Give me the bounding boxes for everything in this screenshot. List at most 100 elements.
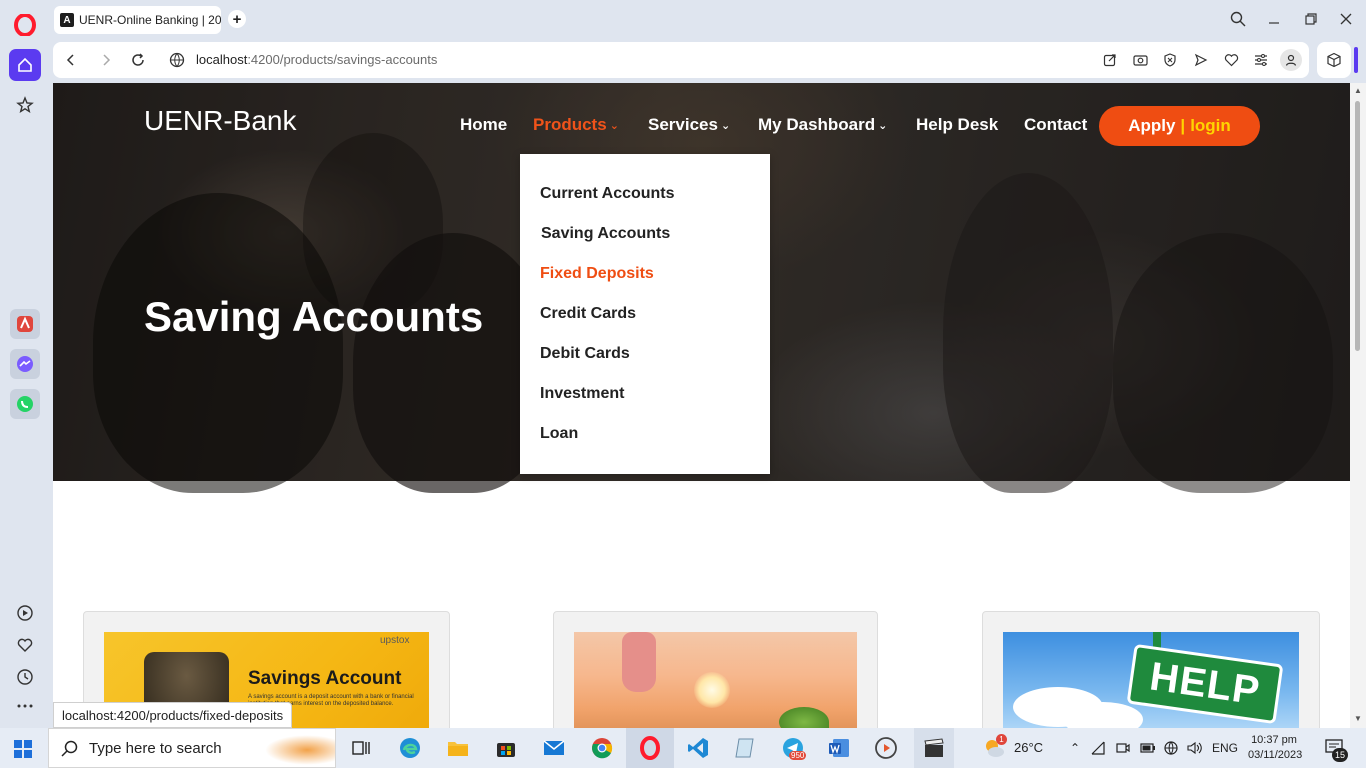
telegram-badge: 950 (789, 751, 807, 760)
dropdown-item-fixed-deposits[interactable]: Fixed Deposits (540, 265, 654, 283)
cloud-graphic (1063, 702, 1143, 728)
chrome-icon[interactable] (590, 736, 614, 760)
restore-icon[interactable] (1301, 9, 1321, 29)
close-icon[interactable] (1336, 9, 1356, 29)
scroll-down-icon[interactable]: ▼ (1354, 715, 1362, 723)
word-icon[interactable] (827, 736, 851, 760)
clock-date: 03/11/2023 (1248, 749, 1303, 761)
product-card[interactable]: HELP (982, 611, 1320, 728)
page-scrollbar[interactable]: ▲ ▼ (1350, 83, 1366, 728)
sun-graphic (694, 672, 730, 708)
browser-tab[interactable]: A UENR-Online Banking | 2023 (54, 6, 221, 34)
apply-label: Apply (1128, 116, 1176, 135)
globe-icon[interactable] (1164, 741, 1178, 755)
file-explorer-icon[interactable] (446, 736, 470, 760)
opera-taskbar-icon[interactable] (638, 736, 662, 760)
new-tab-button[interactable]: + (228, 10, 246, 28)
dropdown-item-investment[interactable]: Investment (540, 385, 624, 403)
edge-icon[interactable] (398, 736, 422, 760)
vscode-icon[interactable] (686, 736, 710, 760)
weather-icon[interactable]: 1 (982, 734, 1007, 760)
chevron-up-icon[interactable]: ⌃ (1068, 741, 1082, 755)
search-highlight-art (265, 735, 335, 765)
temperature-label[interactable]: 26°C (1014, 740, 1043, 755)
taskbar-search[interactable]: Type here to search (48, 728, 336, 768)
minimize-icon[interactable] (1264, 9, 1284, 29)
dropdown-item-loan[interactable]: Loan (540, 425, 578, 443)
dropdown-item-debit-cards[interactable]: Debit Cards (540, 345, 630, 363)
store-icon[interactable] (494, 736, 518, 760)
star-icon[interactable] (9, 89, 41, 121)
card-image-title: Savings Account (248, 668, 402, 689)
url-path: :4200/products/savings-accounts (247, 52, 438, 67)
speaker-icon[interactable] (1187, 741, 1202, 755)
nav-help-desk[interactable]: Help Desk (916, 115, 998, 135)
nav-home[interactable]: Home (460, 115, 507, 135)
dropdown-item-credit-cards[interactable]: Credit Cards (540, 305, 636, 323)
chevron-down-icon: ⌄ (878, 120, 888, 132)
scrollbar-thumb[interactable] (1355, 101, 1360, 351)
apply-login-button[interactable]: Apply | login (1099, 106, 1260, 146)
coin-savings-image (574, 632, 857, 728)
brand-logo[interactable]: UENR-Bank (144, 105, 296, 137)
products-dropdown: Current Accounts Saving Accounts Fixed D… (520, 154, 770, 474)
mail-icon[interactable] (542, 736, 566, 760)
easy-setup-icon[interactable] (1252, 51, 1270, 69)
battery-icon[interactable] (1140, 741, 1155, 755)
nav-dashboard[interactable]: My Dashboard ⌄ (758, 115, 887, 135)
notification-badge: 15 (1332, 748, 1348, 762)
tab-title: UENR-Online Banking | 2023 (79, 13, 221, 27)
windows-start-icon[interactable] (14, 740, 32, 758)
help-sign-image: HELP (1003, 632, 1299, 728)
network-off-icon[interactable] (1091, 741, 1105, 755)
nav-contact[interactable]: Contact (1024, 115, 1087, 135)
product-card[interactable] (553, 611, 878, 728)
chevron-down-icon: ⌄ (720, 120, 731, 132)
tab-strip: A UENR-Online Banking | 2023 + (50, 0, 1366, 38)
media-player-icon[interactable] (874, 736, 898, 760)
language-indicator[interactable]: ENG (1212, 741, 1238, 755)
whatsapp-icon[interactable] (10, 389, 40, 419)
page-title: Saving Accounts (144, 293, 484, 340)
nav-products[interactable]: Products ⌄ (533, 115, 619, 135)
telegram-icon[interactable]: 950 (781, 736, 807, 760)
send-icon[interactable] (1192, 51, 1210, 69)
page-viewport: UENR-Bank Home Products ⌄ Services ⌄ My Da… (53, 83, 1350, 728)
adblock-icon[interactable] (1161, 51, 1179, 69)
clapper-app-icon[interactable] (922, 736, 946, 760)
hand-graphic (622, 632, 656, 692)
weather-badge: 1 (996, 734, 1007, 745)
site-info-icon[interactable] (167, 50, 187, 70)
opera-sidebar (0, 0, 50, 728)
home-icon[interactable] (9, 49, 41, 81)
heart-icon[interactable] (9, 629, 41, 661)
status-link-preview: localhost:4200/products/fixed-deposits (53, 702, 293, 728)
forward-icon[interactable] (96, 50, 116, 70)
bookmark-heart-icon[interactable] (1222, 51, 1240, 69)
camera-tray-icon[interactable] (1116, 741, 1130, 755)
history-icon[interactable] (9, 661, 41, 693)
taskbar-clock[interactable]: 10:37 pm 03/11/2023 (1248, 733, 1303, 763)
nav-services[interactable]: Services ⌄ (648, 115, 730, 135)
nav-products-label: Products (533, 115, 607, 134)
back-icon[interactable] (61, 50, 81, 70)
extensions-icon[interactable] (1317, 42, 1351, 78)
messenger-icon[interactable] (10, 349, 40, 379)
notes-app-icon[interactable] (733, 736, 757, 760)
separator: | (1180, 116, 1186, 135)
scroll-up-icon[interactable]: ▲ (1354, 87, 1362, 95)
dropdown-item-current-accounts[interactable]: Current Accounts (540, 185, 675, 203)
search-tabs-icon[interactable] (1228, 9, 1248, 29)
aria-icon[interactable] (10, 309, 40, 339)
task-view-icon[interactable] (349, 736, 373, 760)
dropdown-item-saving-accounts[interactable]: Saving Accounts (541, 225, 670, 243)
profile-icon[interactable] (1280, 49, 1302, 71)
share-icon[interactable] (1101, 51, 1119, 69)
url-field[interactable]: localhost:4200/products/savings-accounts (196, 52, 437, 67)
more-icon[interactable] (9, 690, 41, 722)
player-icon[interactable] (9, 597, 41, 629)
url-host: localhost (196, 52, 248, 67)
opera-logo-icon[interactable] (12, 12, 38, 38)
reload-icon[interactable] (128, 50, 148, 70)
camera-icon[interactable] (1131, 51, 1149, 69)
